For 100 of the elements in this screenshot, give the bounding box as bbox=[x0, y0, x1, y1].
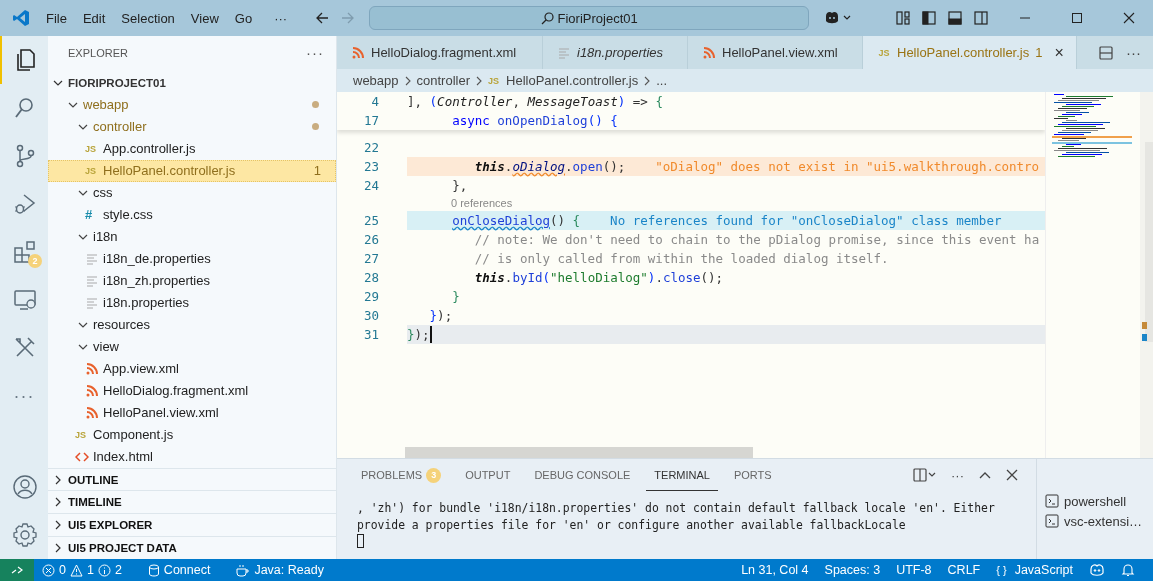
status-item[interactable]: UTF-8 bbox=[888, 559, 940, 581]
line-number: 29 bbox=[362, 289, 380, 304]
status-item[interactable]: { } JavaScript bbox=[988, 559, 1081, 581]
line-number: 4 bbox=[370, 94, 380, 109]
close-icon[interactable] bbox=[1006, 469, 1018, 481]
explorer-item[interactable]: i18n_de.properties bbox=[48, 247, 336, 270]
explorer-item[interactable]: JS HelloPanel.controller.js 1 bbox=[48, 159, 336, 182]
status-item[interactable]: Spaces: 3 bbox=[816, 559, 889, 581]
code-line: } bbox=[451, 288, 461, 306]
sidebar-title: EXPLORER bbox=[68, 46, 128, 59]
overview-ruler-drawing[interactable] bbox=[1140, 142, 1153, 342]
explorer-item[interactable]: i18n_zh.properties bbox=[48, 269, 336, 292]
explorer-item[interactable]: HelloPanel.view.xml bbox=[48, 401, 336, 424]
warning-icon bbox=[69, 563, 83, 577]
menu-item[interactable]: File bbox=[38, 0, 75, 36]
code-line: async onOpenDialog() { bbox=[451, 112, 619, 130]
line-number: 25 bbox=[362, 213, 380, 228]
more-actions-icon[interactable]: ··· bbox=[951, 467, 964, 483]
problem-count: 1 bbox=[1035, 45, 1043, 60]
menu-item[interactable]: Edit bbox=[74, 0, 114, 36]
explorer-item[interactable]: JS Component.js bbox=[48, 423, 336, 446]
code-line: // is only called from within the loaded dialog itself. bbox=[473, 250, 890, 268]
section-header[interactable]: UI5 PROJECT DATA bbox=[48, 536, 336, 559]
menu-item[interactable]: Go bbox=[226, 0, 261, 36]
menu-item[interactable]: View bbox=[182, 0, 227, 36]
breadcrumb-item[interactable]: JS HelloPanel.controller.js bbox=[488, 73, 639, 88]
angle-brackets-icon bbox=[75, 449, 89, 464]
more-menu-button[interactable]: ··· bbox=[266, 0, 296, 36]
command-center-search[interactable]: FioriProject01 bbox=[369, 6, 810, 30]
layout-icon[interactable] bbox=[895, 10, 911, 26]
explorer-item[interactable]: App.view.xml bbox=[48, 357, 336, 380]
line-number: 31 bbox=[362, 327, 380, 342]
split-view-icon[interactable] bbox=[973, 10, 989, 26]
panel-tab[interactable]: PORTS bbox=[725, 459, 780, 491]
maximize-icon[interactable] bbox=[1071, 12, 1083, 24]
more-actions-icon[interactable]: ··· bbox=[1126, 44, 1141, 61]
lines-icon bbox=[85, 295, 99, 310]
terminal-cursor bbox=[357, 534, 364, 548]
count-badge: 2 bbox=[28, 254, 42, 268]
more-icon[interactable]: ··· bbox=[0, 372, 48, 420]
problems-status[interactable]: 0 1 2 bbox=[34, 559, 130, 581]
explorer-item[interactable]: Index.html bbox=[48, 445, 336, 468]
breadcrumb-item[interactable]: ... bbox=[656, 73, 668, 88]
sidebar-toggle-icon[interactable] bbox=[921, 10, 937, 26]
explorer-item[interactable]: resources bbox=[48, 313, 336, 336]
remote-indicator[interactable] bbox=[0, 559, 34, 581]
explorer-item[interactable]: JS App.controller.js bbox=[48, 137, 336, 160]
status-item[interactable]: Java: Ready bbox=[228, 559, 332, 581]
section-header[interactable]: UI5 EXPLORER bbox=[48, 513, 336, 537]
split-terminal-icon[interactable] bbox=[913, 467, 937, 483]
close-icon[interactable] bbox=[1123, 12, 1135, 24]
change-dot bbox=[312, 123, 319, 131]
back-arrow-icon[interactable] bbox=[315, 11, 330, 25]
feed-icon bbox=[702, 45, 716, 60]
scrollbar-thumb[interactable] bbox=[405, 447, 753, 458]
section-header[interactable]: OUTLINE bbox=[48, 467, 336, 491]
more-actions-icon[interactable]: ··· bbox=[306, 44, 324, 62]
explorer-item[interactable]: view bbox=[48, 335, 336, 358]
panel-tab[interactable]: OUTPUT bbox=[457, 459, 519, 491]
feed-icon bbox=[85, 361, 99, 376]
breadcrumb-item[interactable]: webapp bbox=[353, 73, 399, 88]
terminal-list-item[interactable]: vsc-extensi… bbox=[1037, 511, 1153, 531]
terminal-icon bbox=[1045, 514, 1059, 528]
explorer-item[interactable]: i18n bbox=[48, 225, 336, 248]
split-editor-icon[interactable] bbox=[1098, 44, 1114, 61]
lines-icon bbox=[85, 273, 99, 288]
project-folder-header[interactable]: FIORIPROJECT01 bbox=[48, 71, 336, 94]
breadcrumb-item[interactable]: controller bbox=[416, 73, 470, 88]
terminal-list-item[interactable]: powershell bbox=[1037, 491, 1153, 511]
cup-icon bbox=[236, 563, 251, 577]
lines-icon bbox=[557, 45, 571, 60]
code-lens[interactable]: 0 references bbox=[451, 197, 513, 209]
chevron-icon bbox=[474, 75, 484, 86]
problem-count: 1 bbox=[313, 163, 321, 179]
panel-tab[interactable]: TERMINAL bbox=[646, 459, 718, 491]
panel-tab[interactable]: DEBUG CONSOLE bbox=[526, 459, 639, 491]
status-item[interactable]: Connect bbox=[139, 559, 219, 581]
info-icon bbox=[97, 563, 111, 577]
line-number: 23 bbox=[362, 159, 380, 174]
section-header[interactable]: TIMELINE bbox=[48, 490, 336, 514]
explorer-item[interactable]: controller bbox=[48, 115, 336, 138]
feed-icon bbox=[351, 45, 365, 60]
terminal-icon bbox=[1045, 494, 1059, 508]
panel-tab[interactable]: PROBLEMS 3 bbox=[353, 459, 450, 491]
status-item[interactable]: CRLF bbox=[939, 559, 989, 581]
status-item[interactable]: Ln 31, Col 4 bbox=[733, 559, 817, 581]
account-icon[interactable] bbox=[12, 474, 38, 500]
settings-icon[interactable] bbox=[12, 522, 38, 548]
explorer-item[interactable]: # style.css bbox=[48, 203, 336, 226]
panel-toggle-icon[interactable] bbox=[947, 10, 963, 26]
explorer-item[interactable]: HelloDialog.fragment.xml bbox=[48, 379, 336, 402]
explorer-item[interactable]: i18n.properties bbox=[48, 291, 336, 314]
code-line: }, bbox=[451, 177, 469, 195]
menu-item[interactable]: Selection bbox=[113, 0, 183, 36]
explorer-item[interactable]: css bbox=[48, 181, 336, 204]
close-tab-icon[interactable]: × bbox=[1054, 43, 1064, 62]
editor-tab[interactable]: JS HelloPanel.controller.js 1 × bbox=[863, 36, 1077, 69]
explorer-item[interactable]: webapp bbox=[48, 93, 336, 116]
code-line: }); bbox=[428, 307, 454, 325]
error-icon bbox=[42, 563, 55, 577]
